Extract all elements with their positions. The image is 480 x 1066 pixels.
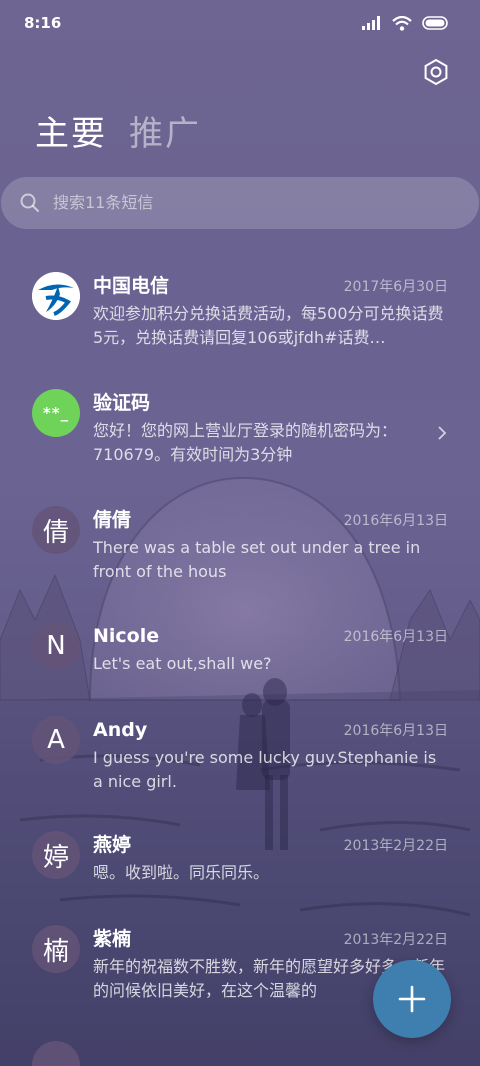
conversation-preview: I guess you're some lucky guy.Stephanie … [93,748,437,791]
conversation-name: 燕婷 [93,834,132,856]
conversation-name: 倩倩 [93,509,132,531]
search-bar[interactable]: 搜索11条短信 [1,177,479,229]
search-icon [20,193,39,212]
conversation-name: 验证码 [93,392,151,414]
conversation-name: 紫楠 [93,928,132,950]
conversation-date: 2013年2月22日 [343,932,448,948]
wifi-icon [392,15,412,31]
conversation-preview: 欢迎参加积分兑换话费活动，每500分可兑换话费5元，兑换话费请回复106或jfd… [93,304,444,347]
avatar: N [32,622,80,670]
conversation-item-china-telecom[interactable]: 中国电信 2017年6月30日 欢迎参加积分兑换话费活动，每500分可兑换话费5… [0,272,480,372]
avatar [32,1041,80,1066]
gear-icon [424,58,448,86]
conversation-preview: Let's eat out,shall we? [93,654,272,673]
avatar: A [32,716,80,764]
status-bar: 8:16 [0,0,480,46]
conversation-date: 2016年6月13日 [343,723,448,739]
new-message-button[interactable] [373,960,451,1038]
avatar [32,272,80,320]
chevron-right-icon [438,426,447,440]
conversation-date: 2016年6月13日 [343,513,448,529]
conversation-item-andy[interactable]: A Andy 2016年6月13日 I guess you're some lu… [0,716,480,806]
conversation-name: Andy [93,719,148,741]
avatar-letter: N [46,631,66,661]
avatar: 倩 [32,506,80,554]
status-time: 8:16 [24,14,62,32]
conversation-preview: 嗯。收到啦。同乐同乐。 [93,863,270,882]
conversation-name: Nicole [93,625,160,647]
tab-bar: 主要 推广 [35,112,201,156]
conversation-date: 2016年6月13日 [343,629,448,645]
search-input[interactable]: 搜索11条短信 [53,191,153,215]
conversation-item-qianqian[interactable]: 倩 倩倩 2016年6月13日 There was a table set ou… [0,506,480,596]
conversation-item-partial[interactable] [0,1041,480,1066]
conversation-item-nicole[interactable]: N Nicole 2016年6月13日 Let's eat out,shall … [0,622,480,692]
avatar: **_ [32,389,80,437]
battery-icon [422,16,448,30]
conversation-item-verification-code[interactable]: **_ 验证码 您好！您的网上营业厅登录的随机密码为：710679。有效时间为3… [0,389,480,479]
avatar-text: **_ [42,404,70,422]
status-icons [362,14,450,32]
plus-icon [398,985,426,1013]
avatar-letter: A [47,725,65,755]
conversation-date: 2013年2月22日 [343,838,448,854]
conversation-preview: There was a table set out under a tree i… [93,538,421,581]
conversation-date: 2017年6月30日 [343,279,448,295]
conversation-item-yanting[interactable]: 婷 燕婷 2013年2月22日 嗯。收到啦。同乐同乐。 [0,831,480,901]
conversation-name: 中国电信 [93,275,170,297]
avatar: 婷 [32,831,80,879]
signal-icon [362,16,380,30]
avatar-letter: 楠 [42,936,69,967]
tab-promotions[interactable]: 推广 [129,112,201,156]
avatar-letter: 婷 [42,842,69,873]
avatar: 楠 [32,925,80,973]
settings-button[interactable] [421,57,451,87]
tab-primary[interactable]: 主要 [35,112,107,156]
china-telecom-logo-icon [32,272,80,320]
avatar-letter: 倩 [42,517,69,548]
conversation-preview: 您好！您的网上营业厅登录的随机密码为：710679。有效时间为3分钟 [93,421,398,464]
